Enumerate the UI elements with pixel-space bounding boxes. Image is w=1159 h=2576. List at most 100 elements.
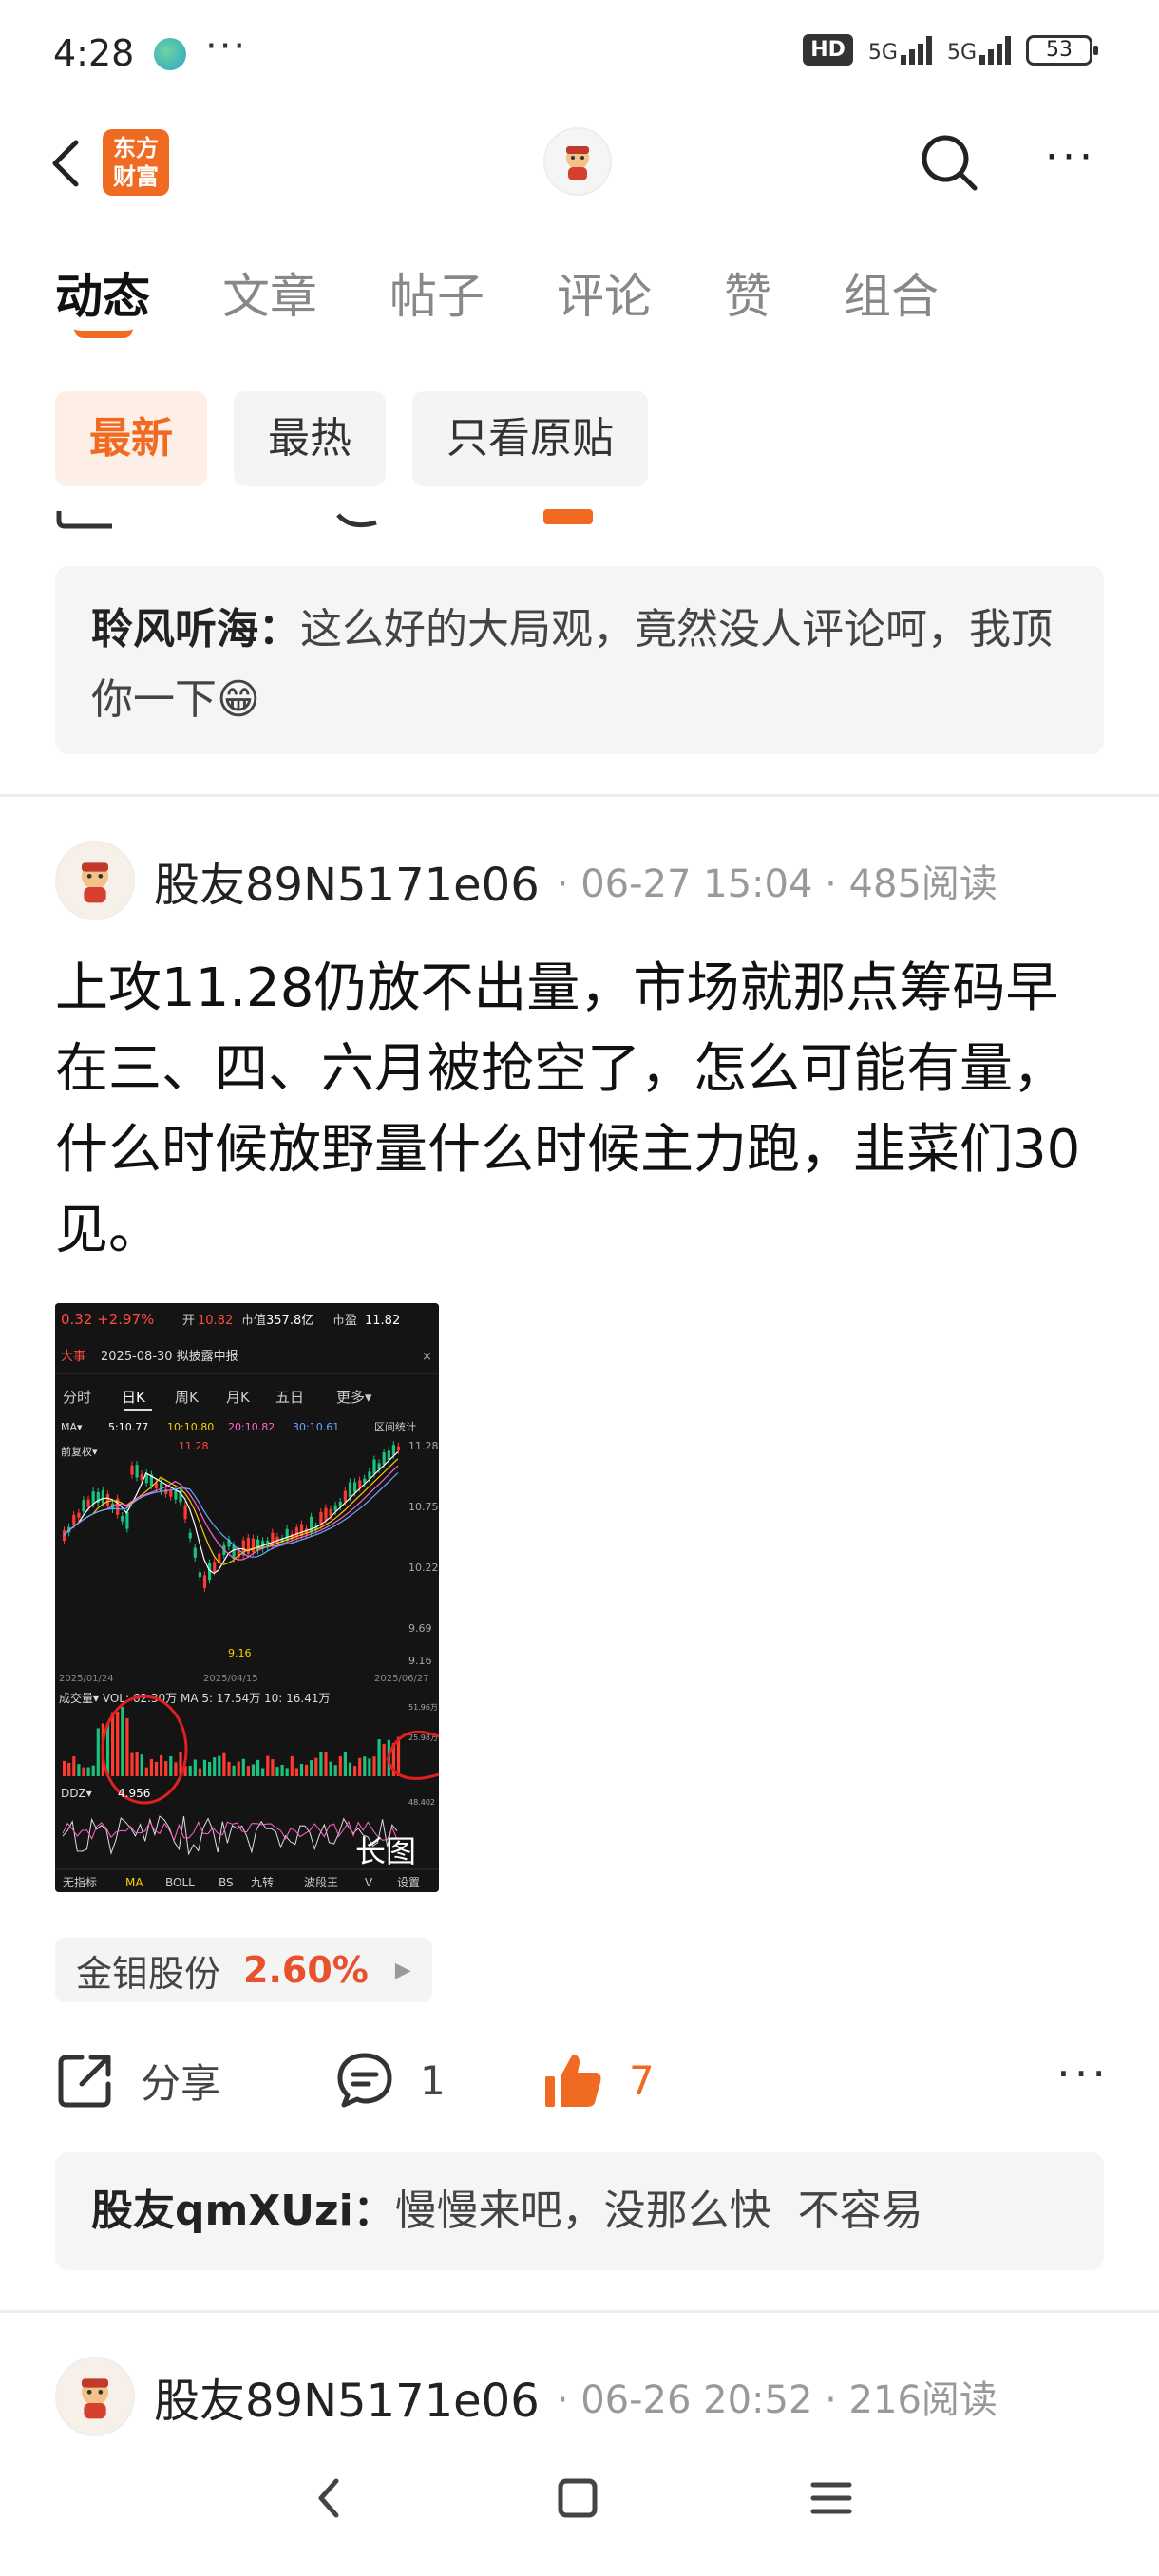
- tab-portfolio[interactable]: 组合: [844, 258, 939, 327]
- post-meta: · 06-26 20:52 · 216阅读: [556, 2378, 998, 2422]
- chart-candle: [125, 1512, 129, 1529]
- app-logo[interactable]: 东方 财富: [103, 129, 169, 196]
- chart-volume-bar: [169, 1756, 173, 1776]
- chart-volume-bar: [105, 1723, 110, 1776]
- chart-candle: [251, 1538, 256, 1553]
- chart-period-tab: 日K: [122, 1389, 146, 1406]
- chart-volume-bar: [246, 1766, 250, 1776]
- comment-count: 1: [420, 2056, 446, 2104]
- battery-icon: 53: [1026, 34, 1098, 66]
- chart-fq: 前复权▾: [61, 1445, 98, 1458]
- user-avatar[interactable]: [543, 127, 612, 196]
- post-image[interactable]: 0.32 +2.97% 开 10.82 市值 357.8亿 市盈 11.82 大…: [55, 1303, 439, 1892]
- svg-text:×: ×: [422, 1350, 432, 1364]
- chart-candle: [396, 1446, 401, 1450]
- chart-ma-value: MA▾: [61, 1421, 83, 1433]
- chart-bottom-tab: 九转: [251, 1875, 274, 1889]
- reply-author[interactable]: 股友qmXUzi：: [91, 2187, 395, 2235]
- post-divider: [0, 2310, 1159, 2313]
- chart-candle: [310, 1516, 314, 1533]
- author-name[interactable]: 股友89N5171e06: [154, 847, 540, 914]
- system-menu-icon[interactable]: [808, 2470, 855, 2527]
- chart-candle: [63, 1530, 66, 1541]
- system-home-icon[interactable]: [555, 2470, 602, 2527]
- post-more-icon[interactable]: ···: [1056, 2048, 1110, 2099]
- share-label: 分享: [141, 2059, 221, 2107]
- tab-posts[interactable]: 帖子: [390, 258, 484, 327]
- tab-likes[interactable]: 赞: [724, 258, 771, 327]
- stock-tag[interactable]: 金钼股份 2.60% ▶: [55, 1938, 432, 2002]
- comment-button[interactable]: 1: [334, 2042, 446, 2118]
- stock-name: 金钼股份: [76, 1952, 221, 1995]
- chart-volume-bar: [261, 1768, 265, 1776]
- chart-date-end: 2025/06/27: [374, 1674, 429, 1684]
- thumbs-up-icon: [545, 2055, 601, 2107]
- top-nav-bar: 东方 财富 ···: [0, 114, 1159, 209]
- back-arrow-icon[interactable]: [44, 135, 91, 192]
- chart-volume-bar: [135, 1752, 139, 1776]
- chart-volume-bar: [305, 1764, 309, 1776]
- chart-volume-bar: [285, 1768, 289, 1776]
- reply-box-top[interactable]: 聆风听海：这么好的大局观，竟然没人评论呵，我顶你一下😁: [55, 566, 1104, 754]
- chart-period-tab: 五日: [276, 1389, 304, 1406]
- search-icon[interactable]: [916, 129, 982, 196]
- chart-y-label: 10.75: [408, 1501, 439, 1513]
- filter-latest[interactable]: 最新: [55, 391, 207, 486]
- status-bar: 4:28 ··· HD 5G 5G 53: [0, 0, 1159, 104]
- chart-volume-bar: [251, 1764, 256, 1776]
- tab-articles[interactable]: 文章: [222, 258, 317, 327]
- chart-volume-bar: [218, 1755, 221, 1776]
- chart-candle: [353, 1482, 357, 1493]
- author-name[interactable]: 股友89N5171e06: [154, 2363, 540, 2430]
- chart-candle: [135, 1465, 139, 1478]
- filter-hottest[interactable]: 最热: [234, 391, 386, 486]
- chart-candle: [256, 1539, 260, 1551]
- post-actions: 分享 1 7 ···: [55, 2042, 1110, 2118]
- chart-candle: [391, 1445, 395, 1455]
- chart-period-tab: 月K: [226, 1389, 251, 1406]
- filter-original-only[interactable]: 只看原贴: [412, 391, 648, 486]
- chart-volume-bar: [121, 1706, 124, 1776]
- chart-volume-bar: [232, 1765, 236, 1776]
- author-avatar[interactable]: [55, 841, 135, 920]
- post-divider: [0, 794, 1159, 797]
- chart-volume-bar: [333, 1765, 337, 1776]
- post-meta: · 06-27 15:04 · 485阅读: [556, 862, 998, 906]
- more-options-icon[interactable]: ···: [1045, 133, 1096, 181]
- like-button[interactable]: 7: [543, 2042, 655, 2118]
- chart-candle: [101, 1490, 104, 1504]
- tab-dynamic[interactable]: 动态: [55, 258, 150, 327]
- chart-volume-bar: [82, 1767, 86, 1776]
- active-tab-indicator: [74, 329, 133, 338]
- chart-volume-bar: [324, 1752, 328, 1776]
- chart-volume-bar: [96, 1728, 100, 1776]
- more-notifications-icon: ···: [205, 25, 248, 68]
- chart-bottom-tab: BS: [218, 1876, 234, 1889]
- share-button[interactable]: 分享: [55, 2042, 220, 2118]
- chart-date-mid: 2025/04/15: [203, 1674, 258, 1684]
- chart-candle: [86, 1499, 90, 1507]
- chart-candle: [198, 1572, 201, 1578]
- stock-chart-thumbnail: 0.32 +2.97% 开 10.82 市值 357.8亿 市盈 11.82 大…: [55, 1303, 439, 1892]
- chart-price-line: 0.32 +2.97%: [61, 1311, 154, 1328]
- chart-volume-bar: [67, 1762, 71, 1776]
- tab-comments[interactable]: 评论: [557, 258, 652, 327]
- chart-mktcap-label: 市值: [241, 1313, 266, 1328]
- post-header: 股友89N5171e06 · 06-27 15:04 · 485阅读: [55, 838, 998, 923]
- chart-volume-bar: [91, 1765, 95, 1776]
- like-count: 7: [629, 2056, 655, 2104]
- author-avatar[interactable]: [55, 2357, 135, 2436]
- system-back-icon[interactable]: [306, 2470, 353, 2527]
- chart-volume-bar: [314, 1757, 318, 1776]
- chart-candle: [213, 1562, 217, 1572]
- chart-candle: [324, 1507, 328, 1521]
- chart-candle: [183, 1505, 187, 1520]
- post-content[interactable]: 上攻11.28仍放不出量，市场就那点筹码早在三、四、六月被抢空了，怎么可能有量，…: [55, 948, 1110, 1271]
- chart-volume-bar: [198, 1768, 201, 1776]
- reply-box-post1[interactable]: 股友qmXUzi：慢慢来吧，没那么快 不容易: [55, 2152, 1104, 2270]
- chart-volume-bar: [63, 1760, 66, 1776]
- chart-candle: [82, 1500, 86, 1512]
- chart-volume-bar: [202, 1759, 207, 1776]
- reply-author[interactable]: 聆风听海：: [91, 605, 300, 653]
- chart-y-label: 9.69: [408, 1622, 432, 1635]
